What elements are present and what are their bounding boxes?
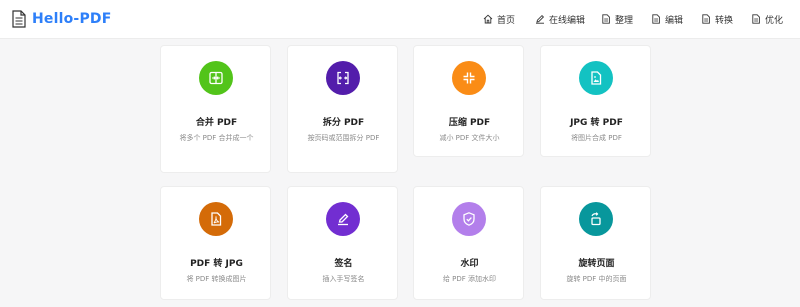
compress-icon	[463, 72, 475, 84]
merge-icon	[209, 71, 223, 85]
nav-item-label: 转换	[715, 15, 734, 26]
tool-description: 插入手写签名	[322, 275, 365, 283]
tool-description: 旋转 PDF 中的页面	[566, 275, 627, 283]
nav-item-home[interactable]: 首页	[483, 12, 515, 26]
tool-icon-circle	[579, 61, 613, 95]
tool-icon-circle	[326, 202, 360, 236]
tool-description: 按页码或范围拆分 PDF	[307, 134, 380, 142]
tool-icon-circle	[452, 61, 486, 95]
shield-icon	[463, 212, 475, 226]
tool-icon-circle	[326, 61, 360, 95]
tool-card-split[interactable]: 拆分 PDF 按页码或范围拆分 PDF	[287, 45, 398, 173]
tool-title: 水印	[460, 259, 479, 269]
tool-description: 将多个 PDF 合并成一个	[179, 134, 254, 142]
tool-card-sign[interactable]: 签名 插入手写签名	[287, 186, 398, 300]
main-nav: 首页 在线编辑 整理 编辑 转换 优化	[0, 0, 800, 38]
file-icon	[752, 14, 760, 24]
file-icon	[602, 14, 610, 24]
file-icon	[702, 14, 710, 24]
tool-description: 减小 PDF 文件大小	[439, 134, 500, 142]
tool-card-rotate[interactable]: 旋转页面 旋转 PDF 中的页面	[540, 186, 651, 300]
tool-icon-circle	[199, 202, 233, 236]
tool-card-merge[interactable]: 合并 PDF 将多个 PDF 合并成一个	[160, 45, 271, 173]
file-icon	[652, 14, 660, 24]
tool-title: PDF 转 JPG	[190, 259, 243, 269]
tool-description: 将 PDF 转换成图片	[186, 275, 247, 283]
nav-item-convert[interactable]: 转换	[701, 12, 733, 26]
nav-item-optimize[interactable]: 优化	[751, 12, 783, 26]
tool-card-pdf-to-jpg[interactable]: PDF 转 JPG 将 PDF 转换成图片	[160, 186, 271, 300]
tool-icon-circle	[579, 202, 613, 236]
nav-item-label: 编辑	[665, 15, 684, 26]
home-icon	[483, 14, 493, 24]
signature-icon	[338, 213, 349, 226]
tool-title: 签名	[334, 259, 353, 269]
nav-item-label: 优化	[765, 15, 784, 26]
tool-description: 将图片合成 PDF	[571, 134, 622, 142]
pen-icon	[536, 14, 545, 24]
nav-item-online-edit[interactable]: 在线编辑	[535, 12, 585, 26]
nav-item-label: 整理	[615, 15, 634, 26]
tool-description: 给 PDF 添加水印	[442, 275, 497, 283]
rotate-icon	[591, 212, 601, 226]
tool-icon-circle	[452, 202, 486, 236]
image-file-icon	[591, 71, 602, 85]
pdf-file-icon	[211, 212, 222, 226]
nav-item-organize[interactable]: 整理	[601, 12, 633, 26]
nav-item-label: 首页	[497, 15, 516, 26]
tool-title: 拆分 PDF	[322, 118, 365, 128]
nav-item-edit[interactable]: 编辑	[651, 12, 683, 26]
top-header: Hello-PDF 首页 在线编辑 整理 编辑 转换 优化	[0, 0, 800, 39]
tool-card-watermark[interactable]: 水印 给 PDF 添加水印	[413, 186, 524, 300]
split-icon	[337, 71, 349, 85]
tool-title: 旋转页面	[578, 259, 615, 269]
tool-title: 合并 PDF	[195, 118, 238, 128]
tool-card-jpg-to-pdf[interactable]: JPG 转 PDF 将图片合成 PDF	[540, 45, 651, 157]
nav-item-label: 在线编辑	[549, 15, 586, 26]
tool-card-compress[interactable]: 压缩 PDF 减小 PDF 文件大小	[413, 45, 524, 157]
tool-title: 压缩 PDF	[448, 118, 491, 128]
tool-icon-circle	[199, 61, 233, 95]
tool-title: JPG 转 PDF	[570, 118, 623, 128]
